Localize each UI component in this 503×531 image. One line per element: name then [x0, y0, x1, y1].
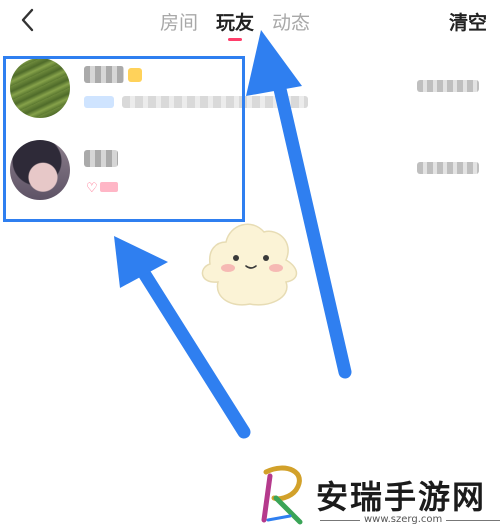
chevron-left-icon[interactable]	[16, 6, 40, 34]
watermark-name: 安瑞手游网	[316, 478, 487, 516]
timestamp-blurred	[417, 80, 479, 92]
divider	[320, 520, 360, 521]
timestamp-blurred	[417, 162, 479, 174]
top-bar: 房间 玩友 动态 清空	[0, 0, 503, 48]
tab-feed[interactable]: 动态	[272, 8, 310, 35]
mascot-illustration	[201, 223, 298, 306]
site-logo-icon	[261, 465, 303, 525]
tab-rooms[interactable]: 房间	[160, 8, 198, 35]
tab-playmates[interactable]: 玩友	[216, 8, 254, 41]
watermark: 安瑞手游网 www.szerg.com	[256, 462, 503, 531]
clear-button[interactable]: 清空	[449, 8, 487, 35]
watermark-url: www.szerg.com	[364, 514, 443, 525]
highlight-frame	[3, 56, 245, 222]
tab-bar: 房间 玩友 动态	[160, 8, 310, 41]
divider	[446, 520, 500, 521]
